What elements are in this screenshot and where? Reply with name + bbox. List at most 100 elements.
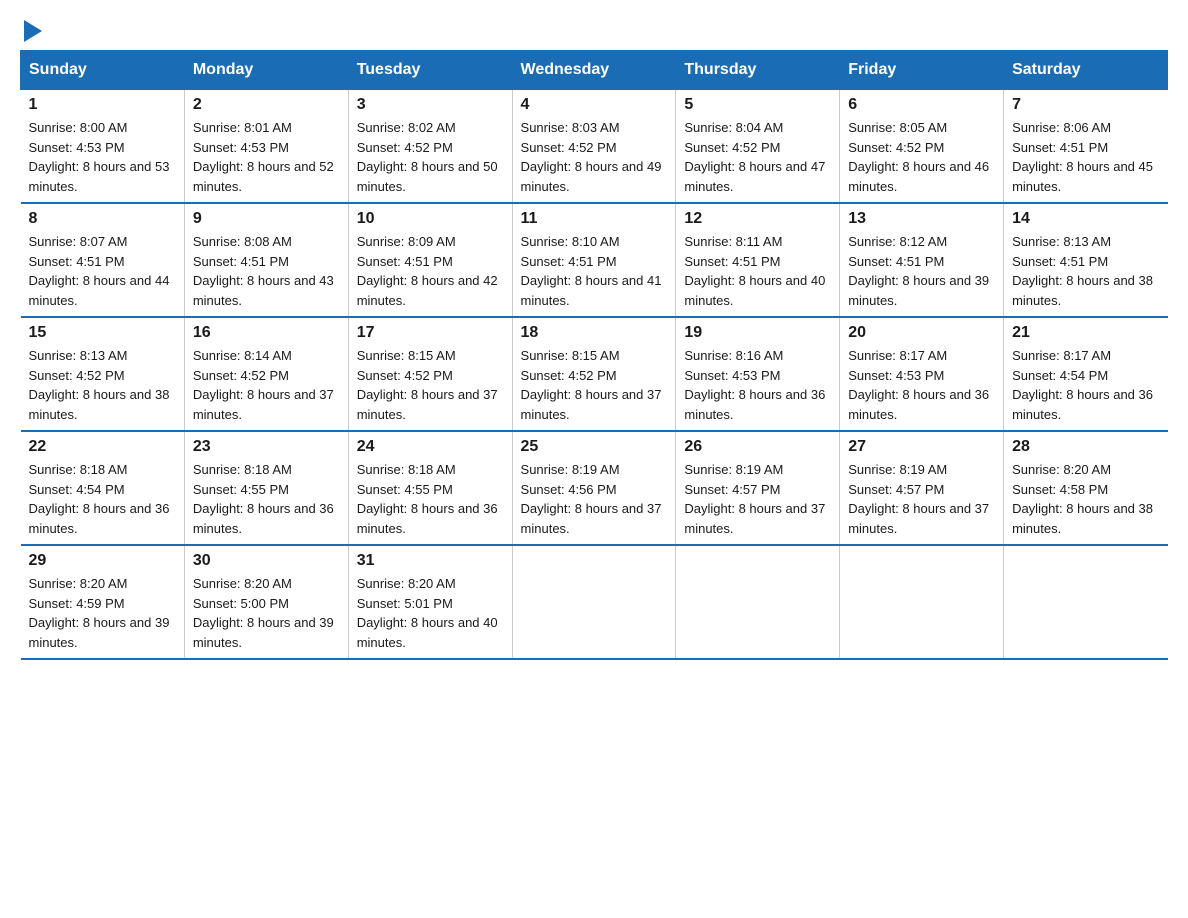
calendar-cell: 16 Sunrise: 8:14 AMSunset: 4:52 PMDayligh…: [184, 317, 348, 431]
day-number: 28: [1012, 438, 1159, 456]
calendar-cell: 20Sunrise: 8:17 AMSunset: 4:53 PMDayligh…: [840, 317, 1004, 431]
calendar-cell: [512, 545, 676, 659]
calendar-cell: 1 Sunrise: 8:00 AMSunset: 4:53 PMDaylight…: [21, 90, 185, 204]
calendar-table: SundayMondayTuesdayWednesdayThursdayFrid…: [20, 50, 1168, 660]
day-info: Sunrise: 8:19 AMSunset: 4:56 PMDaylight:…: [521, 460, 668, 538]
day-number: 16: [193, 324, 340, 342]
day-number: 4: [521, 96, 668, 114]
calendar-cell: 24 Sunrise: 8:18 AMSunset: 4:55 PMDayligh…: [348, 431, 512, 545]
calendar-cell: 10Sunrise: 8:09 AMSunset: 4:51 PMDayligh…: [348, 203, 512, 317]
day-info: Sunrise: 8:01 AMSunset: 4:53 PMDaylight:…: [193, 118, 340, 196]
day-number: 31: [357, 552, 504, 570]
calendar-week-row: 8 Sunrise: 8:07 AMSunset: 4:51 PMDaylight…: [21, 203, 1168, 317]
day-number: 27: [848, 438, 995, 456]
day-number: 22: [29, 438, 176, 456]
day-number: 23: [193, 438, 340, 456]
day-info: Sunrise: 8:20 AMSunset: 4:59 PMDaylight:…: [29, 574, 176, 652]
calendar-cell: 7Sunrise: 8:06 AMSunset: 4:51 PMDaylight…: [1004, 90, 1168, 204]
day-info: Sunrise: 8:15 AMSunset: 4:52 PMDaylight:…: [521, 346, 668, 424]
day-info: Sunrise: 8:13 AMSunset: 4:51 PMDaylight:…: [1012, 232, 1159, 310]
day-number: 24: [357, 438, 504, 456]
day-info: Sunrise: 8:02 AMSunset: 4:52 PMDaylight:…: [357, 118, 504, 196]
day-number: 21: [1012, 324, 1159, 342]
day-info: Sunrise: 8:18 AMSunset: 4:55 PMDaylight:…: [193, 460, 340, 538]
day-number: 19: [684, 324, 831, 342]
calendar-cell: 12Sunrise: 8:11 AMSunset: 4:51 PMDayligh…: [676, 203, 840, 317]
calendar-cell: 9Sunrise: 8:08 AMSunset: 4:51 PMDaylight…: [184, 203, 348, 317]
calendar-cell: [840, 545, 1004, 659]
day-info: Sunrise: 8:17 AMSunset: 4:54 PMDaylight:…: [1012, 346, 1159, 424]
day-number: 10: [357, 210, 504, 228]
day-info: Sunrise: 8:13 AMSunset: 4:52 PMDaylight:…: [29, 346, 176, 424]
calendar-week-row: 1 Sunrise: 8:00 AMSunset: 4:53 PMDaylight…: [21, 90, 1168, 204]
day-number: 1: [29, 96, 176, 114]
calendar-cell: 19 Sunrise: 8:16 AMSunset: 4:53 PMDayligh…: [676, 317, 840, 431]
calendar-cell: 29 Sunrise: 8:20 AMSunset: 4:59 PMDayligh…: [21, 545, 185, 659]
day-info: Sunrise: 8:05 AMSunset: 4:52 PMDaylight:…: [848, 118, 995, 196]
calendar-cell: 6 Sunrise: 8:05 AMSunset: 4:52 PMDaylight…: [840, 90, 1004, 204]
day-info: Sunrise: 8:14 AMSunset: 4:52 PMDaylight:…: [193, 346, 340, 424]
calendar-cell: 13 Sunrise: 8:12 AMSunset: 4:51 PMDayligh…: [840, 203, 1004, 317]
column-header-monday: Monday: [184, 51, 348, 90]
day-number: 8: [29, 210, 176, 228]
day-info: Sunrise: 8:15 AMSunset: 4:52 PMDaylight:…: [357, 346, 504, 424]
calendar-cell: 4 Sunrise: 8:03 AMSunset: 4:52 PMDaylight…: [512, 90, 676, 204]
day-info: Sunrise: 8:16 AMSunset: 4:53 PMDaylight:…: [684, 346, 831, 424]
day-info: Sunrise: 8:19 AMSunset: 4:57 PMDaylight:…: [684, 460, 831, 538]
calendar-cell: 28 Sunrise: 8:20 AMSunset: 4:58 PMDayligh…: [1004, 431, 1168, 545]
calendar-cell: 14 Sunrise: 8:13 AMSunset: 4:51 PMDayligh…: [1004, 203, 1168, 317]
day-number: 11: [521, 210, 668, 228]
calendar-cell: 11 Sunrise: 8:10 AMSunset: 4:51 PMDayligh…: [512, 203, 676, 317]
calendar-week-row: 29 Sunrise: 8:20 AMSunset: 4:59 PMDayligh…: [21, 545, 1168, 659]
column-header-thursday: Thursday: [676, 51, 840, 90]
calendar-cell: 25Sunrise: 8:19 AMSunset: 4:56 PMDayligh…: [512, 431, 676, 545]
calendar-cell: [676, 545, 840, 659]
calendar-cell: 5 Sunrise: 8:04 AMSunset: 4:52 PMDaylight…: [676, 90, 840, 204]
day-info: Sunrise: 8:07 AMSunset: 4:51 PMDaylight:…: [29, 232, 176, 310]
calendar-cell: 31 Sunrise: 8:20 AMSunset: 5:01 PMDayligh…: [348, 545, 512, 659]
calendar-cell: [1004, 545, 1168, 659]
day-number: 30: [193, 552, 340, 570]
column-header-saturday: Saturday: [1004, 51, 1168, 90]
day-info: Sunrise: 8:18 AMSunset: 4:55 PMDaylight:…: [357, 460, 504, 538]
day-number: 6: [848, 96, 995, 114]
column-header-sunday: Sunday: [21, 51, 185, 90]
calendar-week-row: 15 Sunrise: 8:13 AMSunset: 4:52 PMDayligh…: [21, 317, 1168, 431]
day-number: 12: [684, 210, 831, 228]
day-number: 26: [684, 438, 831, 456]
page-header: [20, 20, 1168, 40]
day-number: 18: [521, 324, 668, 342]
day-number: 2: [193, 96, 340, 114]
calendar-cell: 30 Sunrise: 8:20 AMSunset: 5:00 PMDayligh…: [184, 545, 348, 659]
calendar-cell: 8 Sunrise: 8:07 AMSunset: 4:51 PMDaylight…: [21, 203, 185, 317]
calendar-cell: 3 Sunrise: 8:02 AMSunset: 4:52 PMDaylight…: [348, 90, 512, 204]
day-info: Sunrise: 8:10 AMSunset: 4:51 PMDaylight:…: [521, 232, 668, 310]
column-header-friday: Friday: [840, 51, 1004, 90]
calendar-cell: 27 Sunrise: 8:19 AMSunset: 4:57 PMDayligh…: [840, 431, 1004, 545]
calendar-cell: 18 Sunrise: 8:15 AMSunset: 4:52 PMDayligh…: [512, 317, 676, 431]
day-number: 5: [684, 96, 831, 114]
calendar-cell: 17 Sunrise: 8:15 AMSunset: 4:52 PMDayligh…: [348, 317, 512, 431]
day-info: Sunrise: 8:20 AMSunset: 5:01 PMDaylight:…: [357, 574, 504, 652]
day-info: Sunrise: 8:20 AMSunset: 4:58 PMDaylight:…: [1012, 460, 1159, 538]
day-info: Sunrise: 8:20 AMSunset: 5:00 PMDaylight:…: [193, 574, 340, 652]
day-number: 17: [357, 324, 504, 342]
day-number: 3: [357, 96, 504, 114]
day-number: 13: [848, 210, 995, 228]
column-header-tuesday: Tuesday: [348, 51, 512, 90]
logo: [20, 20, 42, 40]
calendar-header-row: SundayMondayTuesdayWednesdayThursdayFrid…: [21, 51, 1168, 90]
day-number: 29: [29, 552, 176, 570]
calendar-cell: 22 Sunrise: 8:18 AMSunset: 4:54 PMDayligh…: [21, 431, 185, 545]
day-number: 15: [29, 324, 176, 342]
day-info: Sunrise: 8:12 AMSunset: 4:51 PMDaylight:…: [848, 232, 995, 310]
calendar-cell: 2 Sunrise: 8:01 AMSunset: 4:53 PMDaylight…: [184, 90, 348, 204]
day-info: Sunrise: 8:18 AMSunset: 4:54 PMDaylight:…: [29, 460, 176, 538]
day-info: Sunrise: 8:00 AMSunset: 4:53 PMDaylight:…: [29, 118, 176, 196]
day-number: 7: [1012, 96, 1159, 114]
day-number: 14: [1012, 210, 1159, 228]
day-info: Sunrise: 8:04 AMSunset: 4:52 PMDaylight:…: [684, 118, 831, 196]
day-info: Sunrise: 8:03 AMSunset: 4:52 PMDaylight:…: [521, 118, 668, 196]
calendar-cell: 26 Sunrise: 8:19 AMSunset: 4:57 PMDayligh…: [676, 431, 840, 545]
day-info: Sunrise: 8:19 AMSunset: 4:57 PMDaylight:…: [848, 460, 995, 538]
